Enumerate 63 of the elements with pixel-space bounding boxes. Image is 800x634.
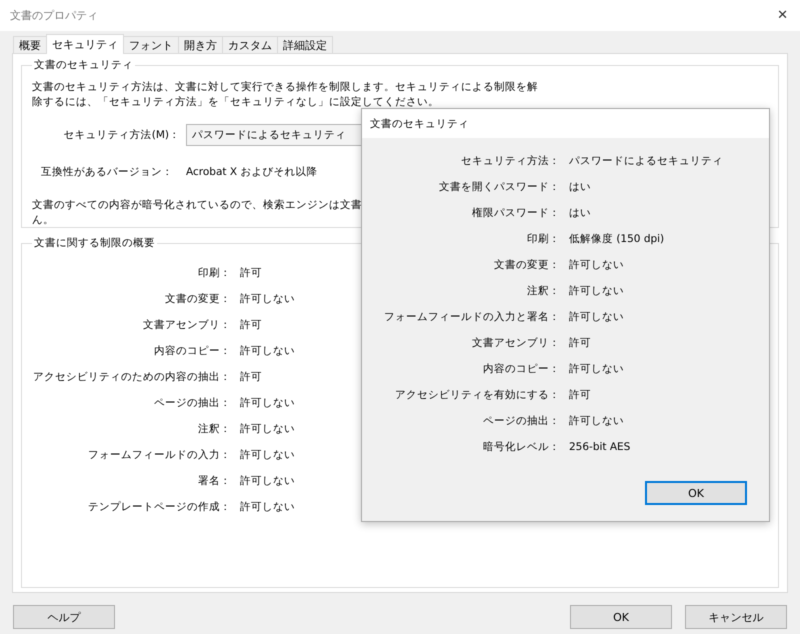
restriction-label: フォームフィールドの入力： xyxy=(87,448,231,462)
security-value: 許可しない xyxy=(569,414,624,428)
group-title: 文書に関する制限の概要 xyxy=(33,236,156,250)
security-label: 文書の変更： xyxy=(493,258,560,272)
security-value: 許可しない xyxy=(569,284,624,298)
restriction-label: 印刷： xyxy=(197,266,231,280)
security-label: 印刷： xyxy=(526,232,560,246)
restriction-value: 許可 xyxy=(240,266,262,280)
security-label: ページの抽出： xyxy=(482,414,560,428)
description-text: 文書のセキュリティ方法は、文書に対して実行できる操作を制限します。セキュリティによる制限を解 除するには、「セキュリティ方法」を「セキュリティなし」に設定してください。 xyxy=(32,80,538,110)
security-label: 権限パスワード： xyxy=(471,206,560,220)
restriction-value: 許可しない xyxy=(240,500,295,514)
security-label: 注釈： xyxy=(526,284,560,298)
restriction-value: 許可しない xyxy=(240,422,295,436)
security-value: 許可しない xyxy=(569,310,624,324)
tab[interactable]: カスタム xyxy=(222,36,278,53)
restriction-value: 許可しない xyxy=(240,396,295,410)
restriction-value: 許可 xyxy=(240,370,262,384)
security-value: 許可 xyxy=(569,336,591,350)
restriction-value: 許可しない xyxy=(240,474,295,488)
restriction-label: アクセシビリティのための内容の抽出： xyxy=(32,370,231,384)
tab[interactable]: 詳細設定 xyxy=(277,36,333,53)
window-title: 文書のプロパティ xyxy=(10,8,99,23)
compat-value: Acrobat X およびそれ以降 xyxy=(186,165,318,179)
restriction-label: ページの抽出： xyxy=(153,396,231,410)
restriction-value: 許可しない xyxy=(240,292,295,306)
tab[interactable]: フォント xyxy=(123,36,179,53)
security-label: セキュリティ方法： xyxy=(460,154,560,168)
tab[interactable]: 概要 xyxy=(13,36,47,53)
restriction-label: 内容のコピー： xyxy=(153,344,231,358)
restriction-label: 文書の変更： xyxy=(164,292,231,306)
restriction-value: 許可しない xyxy=(240,448,295,462)
tab[interactable]: セキュリティ xyxy=(46,34,124,54)
security-label: フォームフィールドの入力と署名： xyxy=(383,310,560,324)
security-value: はい xyxy=(569,206,591,220)
method-label: セキュリティ方法(M)： xyxy=(62,128,180,142)
security-value: 許可 xyxy=(569,388,591,402)
cancel-button[interactable]: キャンセル xyxy=(685,605,787,629)
security-value: 256-bit AES xyxy=(569,441,630,453)
restriction-label: 文書アセンブリ： xyxy=(142,318,231,332)
tab[interactable]: 開き方 xyxy=(178,36,223,53)
compat-label: 互換性があるバージョン： xyxy=(40,165,173,179)
restriction-label: テンプレートページの作成： xyxy=(87,500,231,514)
security-label: 文書を開くパスワード： xyxy=(438,180,560,194)
close-icon[interactable]: ✕ xyxy=(777,8,788,23)
note-text: 文書のすべての内容が暗号化されているので、検索エンジンは文書 ん。 xyxy=(32,198,362,228)
restriction-value: 許可 xyxy=(240,318,262,332)
security-label: 内容のコピー： xyxy=(482,362,560,376)
security-value: はい xyxy=(569,180,591,194)
security-label: アクセシビリティを有効にする： xyxy=(394,388,560,402)
restriction-label: 署名： xyxy=(197,474,231,488)
restriction-value: 許可しない xyxy=(240,344,295,358)
restriction-label: 注釈： xyxy=(197,422,231,436)
ok-button[interactable]: OK xyxy=(570,605,672,629)
security-label: 文書アセンブリ： xyxy=(471,336,560,350)
help-button[interactable]: ヘルプ xyxy=(13,605,115,629)
group-title: 文書のセキュリティ xyxy=(33,58,134,72)
security-value: 低解像度 (150 dpi) xyxy=(569,232,664,246)
security-value: 許可しない xyxy=(569,258,624,272)
security-label: 暗号化レベル： xyxy=(482,440,560,454)
ok-button[interactable]: OK xyxy=(645,481,747,505)
security-value: 許可しない xyxy=(569,362,624,376)
security-value: パスワードによるセキュリティ xyxy=(569,154,723,168)
